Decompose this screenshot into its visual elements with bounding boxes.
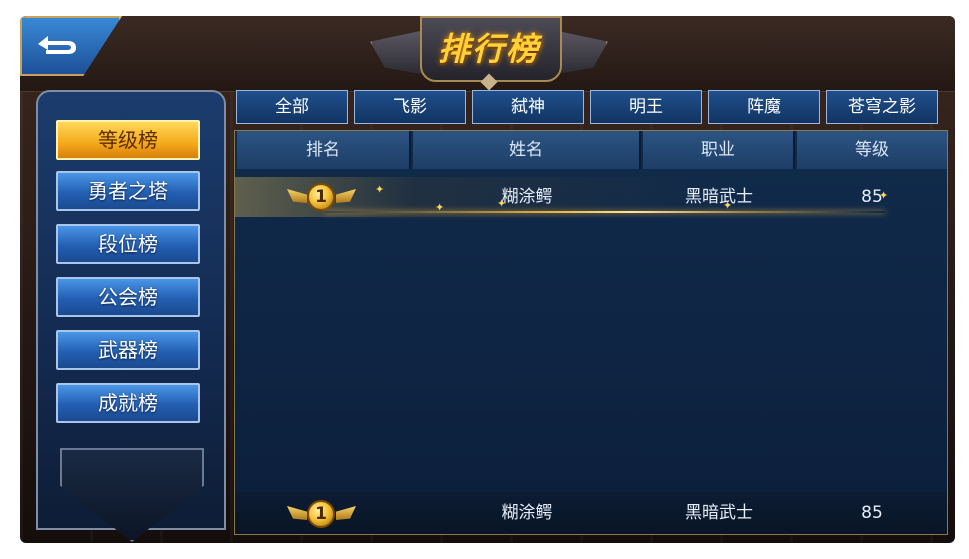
my-rank-row: 1 糊涂鳄 黑暗武士 85 — [235, 492, 947, 534]
sparkle-effect — [325, 211, 885, 213]
tab-shishen[interactable]: 弑神 — [472, 90, 584, 124]
panel-bottom-ornament — [60, 448, 204, 542]
gold-medal-icon: 1 — [307, 183, 335, 211]
medal-wing-right-icon — [336, 189, 356, 203]
back-arrow-icon — [38, 36, 76, 54]
table-header: 排名 姓名 职业 等级 — [235, 131, 947, 169]
medal-wing-right-icon — [336, 506, 356, 520]
page-title: 排行榜 — [437, 30, 540, 68]
tab-feiying[interactable]: 飞影 — [354, 90, 466, 124]
tab-all[interactable]: 全部 — [236, 90, 348, 124]
medal-wing-left-icon — [287, 189, 307, 203]
header-rank: 排名 — [237, 131, 411, 169]
category-level-ranking[interactable]: 等级榜 — [56, 120, 200, 160]
category-weapon[interactable]: 武器榜 — [56, 330, 200, 370]
my-level: 85 — [861, 503, 883, 523]
header-level: 等级 — [797, 131, 947, 169]
sparkle-star-icon: ✦ — [723, 199, 733, 212]
sparkle-star-icon: ✦ — [497, 197, 507, 210]
tab-mingwang[interactable]: 明王 — [590, 90, 702, 124]
table-row[interactable]: 1 糊涂鳄 黑暗武士 85 ✦ ✦ ✦ ✦ ✦ — [235, 177, 947, 217]
header-class: 职业 — [643, 131, 795, 169]
tab-cangqiong[interactable]: 苍穹之影 — [826, 90, 938, 124]
medal-wing-left-icon — [287, 506, 307, 520]
ranking-table: 排名 姓名 职业 等级 1 糊涂鳄 黑暗武士 85 ✦ ✦ ✦ ✦ ✦ 1 糊涂… — [234, 130, 948, 535]
category-guild[interactable]: 公会榜 — [56, 277, 200, 317]
game-window: 排行榜 等级榜 勇者之塔 段位榜 公会榜 武器榜 成就榜 全部 飞影 弑神 明王… — [20, 16, 955, 543]
my-class: 黑暗武士 — [685, 503, 753, 523]
my-name: 糊涂鳄 — [501, 503, 553, 523]
title-emblem: 排行榜 — [370, 16, 608, 91]
category-hero-tower[interactable]: 勇者之塔 — [56, 171, 200, 211]
sparkle-star-icon: ✦ — [375, 183, 385, 196]
category-achievement[interactable]: 成就榜 — [56, 383, 200, 423]
header-name: 姓名 — [413, 131, 641, 169]
gold-medal-icon: 1 — [307, 500, 335, 528]
tab-zhenmo[interactable]: 阵魔 — [708, 90, 820, 124]
category-rank-tier[interactable]: 段位榜 — [56, 224, 200, 264]
sparkle-star-icon: ✦ — [879, 189, 889, 202]
sparkle-star-icon: ✦ — [435, 201, 445, 214]
